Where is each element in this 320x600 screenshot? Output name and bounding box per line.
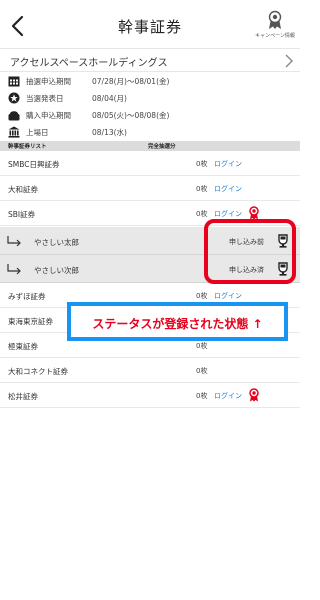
schedule-row-announcement-date: 当選発表日 08/04(月) — [0, 90, 300, 107]
list-header-column: 完全抽選分 — [148, 144, 176, 150]
schedule-value: 07/28(月)〜08/01(金) — [92, 77, 170, 86]
list-header-title: 幹事証券リスト — [8, 144, 47, 150]
login-link[interactable]: ログイン — [214, 209, 242, 219]
broker-name: SBI証券 — [8, 210, 36, 219]
campaign-info-button[interactable]: キャンペーン情報 — [254, 8, 296, 40]
schedule-label: 購入申込期間 — [26, 111, 71, 120]
broker-name: 大和証券 — [8, 185, 38, 194]
list-header: 幹事証券リスト 完全抽選分 — [0, 141, 300, 151]
schedule-value: 08/05(火)〜08/08(金) — [92, 111, 170, 120]
schedule-label: 抽選申込期間 — [26, 77, 71, 86]
login-link[interactable]: ログイン — [214, 291, 242, 301]
campaign-medal-icon — [268, 10, 282, 29]
schedule-section: 抽選申込期間 07/28(月)〜08/01(金) 当選発表日 08/04(月) … — [0, 72, 300, 140]
schedule-value: 08/04(月) — [92, 94, 127, 103]
schedule-label: 当選発表日 — [26, 94, 64, 103]
lot-count: 0枚 — [196, 160, 208, 168]
sub-item-arrow-icon — [7, 264, 21, 275]
schedule-row-purchase-period: 購入申込期間 08/05(火)〜08/08(金) — [0, 107, 300, 124]
bank-icon — [8, 126, 20, 138]
schedule-row-lottery-period: 抽選申込期間 07/28(月)〜08/01(金) — [0, 73, 300, 90]
company-row[interactable]: アクセルスペースホールディングス — [0, 48, 300, 72]
broker-name: 極東証券 — [8, 342, 38, 351]
calendar-icon — [8, 76, 20, 87]
login-link[interactable]: ログイン — [214, 184, 242, 194]
broker-name: みずほ証券 — [8, 292, 46, 301]
broker-row-matsui[interactable]: 松井証券 0枚 ログイン — [0, 383, 300, 408]
schedule-value: 08/13(水) — [92, 128, 127, 137]
login-link[interactable]: ログイン — [214, 159, 242, 169]
campaign-info-label: キャンペーン情報 — [255, 33, 295, 39]
company-name: アクセルスペースホールディングス — [10, 58, 168, 69]
status-highlight-box — [204, 219, 296, 284]
lot-count: 0枚 — [196, 392, 208, 400]
lot-count: 0枚 — [196, 292, 208, 300]
sub-item-arrow-icon — [7, 236, 21, 247]
lot-count: 0枚 — [196, 367, 208, 375]
lot-count: 0枚 — [196, 210, 208, 218]
broker-row-daiwa-connect[interactable]: 大和コネクト証券 0枚 — [0, 358, 300, 383]
lot-count: 0枚 — [196, 185, 208, 193]
badge-icon — [8, 92, 20, 104]
chevron-right-icon — [285, 54, 293, 68]
award-ribbon-icon — [249, 388, 259, 402]
login-link[interactable]: ログイン — [214, 391, 242, 401]
wallet-icon — [8, 111, 20, 121]
broker-name: 松井証券 — [8, 392, 38, 401]
schedule-row-listing-date: 上場日 08/13(水) — [0, 124, 300, 141]
broker-row-daiwa[interactable]: 大和証券 0枚 ログイン — [0, 176, 300, 201]
broker-name: 大和コネクト証券 — [8, 367, 68, 376]
broker-name: SMBC日興証券 — [8, 160, 60, 169]
annotation-banner: ステータスが登録された状態 ↑ — [67, 302, 288, 341]
app-header: 幹事証券 キャンペーン情報 — [0, 0, 300, 48]
annotation-text: ステータスが登録された状態 ↑ — [92, 317, 263, 331]
account-name: やさしい太郎 — [34, 238, 79, 247]
award-ribbon-icon — [249, 206, 259, 220]
account-name: やさしい次郎 — [34, 266, 79, 275]
broker-name: 東海東京証券 — [8, 317, 53, 326]
schedule-label: 上場日 — [26, 128, 49, 137]
broker-row-smbc-nikko[interactable]: SMBC日興証券 0枚 ログイン — [0, 151, 300, 176]
lot-count: 0枚 — [196, 342, 208, 350]
